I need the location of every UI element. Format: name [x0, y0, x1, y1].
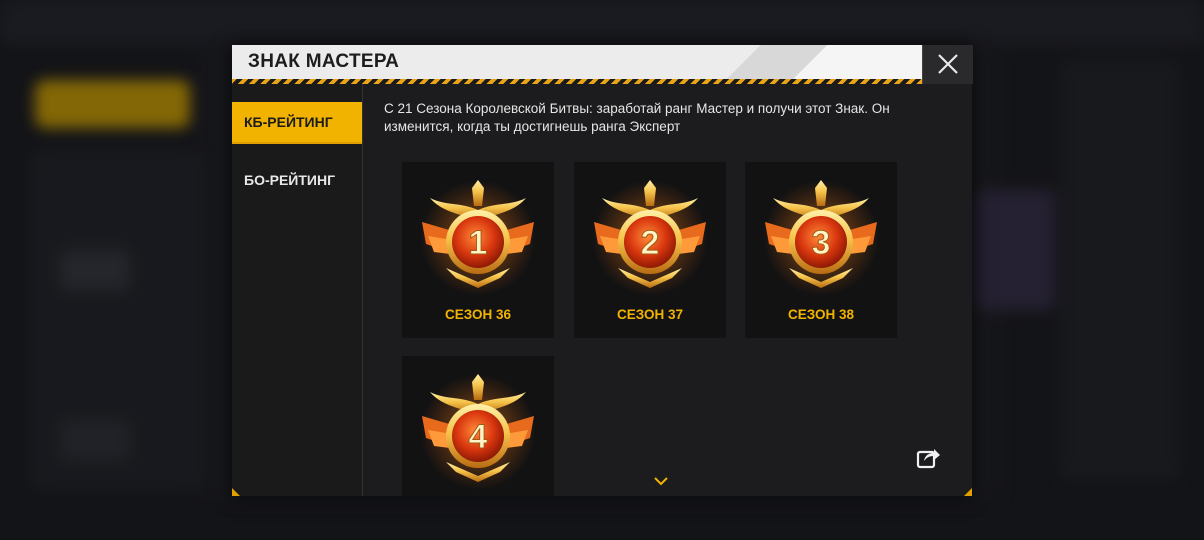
- badge-card-season-36[interactable]: 1 СЕЗОН 36: [402, 162, 554, 338]
- master-badge-icon: 3: [763, 180, 879, 296]
- rating-sidebar: КБ-РЕЙТИНГ БО-РЕЙТИНГ: [232, 84, 363, 496]
- svg-text:3: 3: [812, 224, 831, 262]
- season-label: СЕЗОН 37: [616, 307, 684, 322]
- share-button[interactable]: [915, 444, 941, 470]
- master-badge-icon: 1: [420, 180, 536, 296]
- close-icon: [938, 54, 958, 74]
- dialog-title: ЗНАК МАСТЕРА: [248, 51, 400, 72]
- close-button[interactable]: [922, 45, 973, 84]
- tab-br-rating[interactable]: КБ-РЕЙТИНГ: [232, 102, 362, 142]
- master-badge-dialog: ЗНАК МАСТЕРА КБ-РЕЙТИНГ БО-РЕЙТИНГ С 21 …: [232, 45, 973, 496]
- badge-card-season-38[interactable]: 3 СЕЗОН 38: [745, 162, 897, 338]
- share-icon: [916, 449, 940, 469]
- tab-cs-rating[interactable]: БО-РЕЙТИНГ: [232, 160, 362, 200]
- corner-accent: [964, 488, 972, 496]
- badge-card-season-39[interactable]: 4: [402, 356, 554, 496]
- dialog-header: ЗНАК МАСТЕРА: [232, 45, 922, 79]
- svg-text:4: 4: [469, 418, 488, 456]
- season-label: СЕЗОН 38: [787, 307, 855, 322]
- svg-text:1: 1: [469, 224, 488, 262]
- corner-accent: [232, 488, 240, 496]
- badge-description: С 21 Сезона Королевской Битвы: заработай…: [384, 101, 890, 134]
- chevron-down-icon[interactable]: [654, 477, 668, 486]
- master-badge-icon: 4: [420, 374, 536, 490]
- season-label: СЕЗОН 36: [444, 307, 512, 322]
- tab-divider: [232, 142, 362, 144]
- svg-text:2: 2: [641, 224, 660, 262]
- badge-panel: С 21 Сезона Королевской Битвы: заработай…: [363, 84, 972, 496]
- badge-card-season-37[interactable]: 2 СЕЗОН 37: [574, 162, 726, 338]
- master-badge-icon: 2: [592, 180, 708, 296]
- header-decoration: [627, 45, 922, 79]
